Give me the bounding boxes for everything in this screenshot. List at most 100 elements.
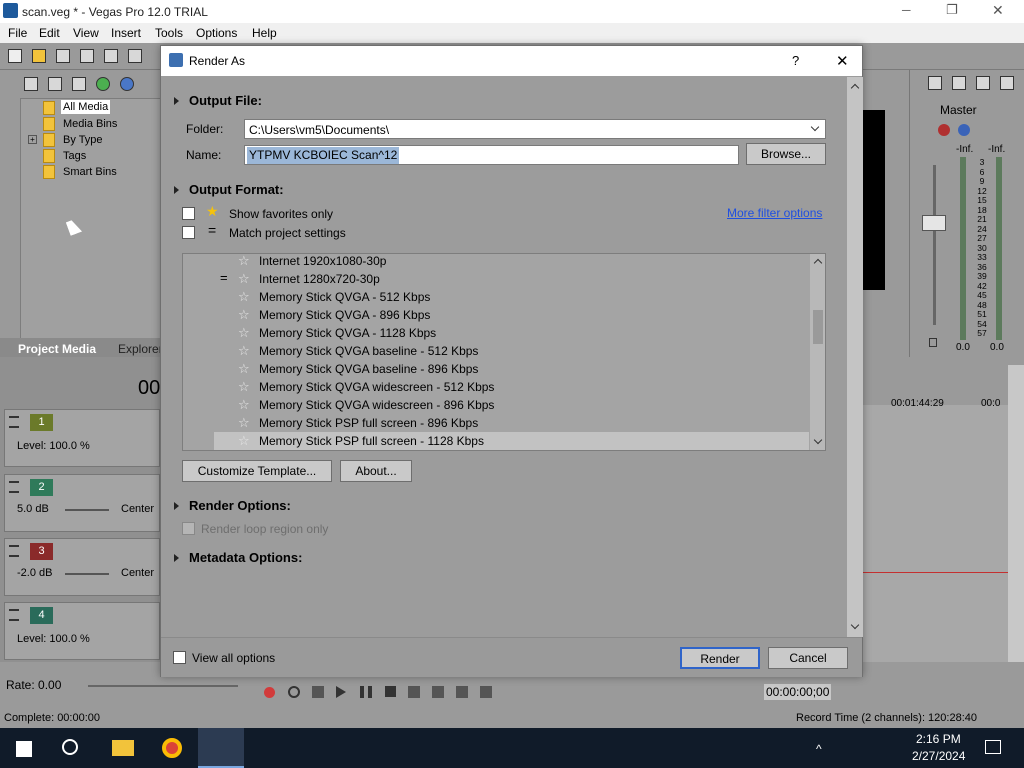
star-outline-icon[interactable]: ☆ <box>238 432 250 449</box>
next-icon[interactable] <box>432 686 444 698</box>
tree-item-media-bins[interactable]: Media Bins <box>63 118 117 130</box>
list-item-selected[interactable]: ☆ Memory Stick PSP full screen - 1128 Kbp… <box>214 432 809 450</box>
scroll-up-icon[interactable] <box>850 83 860 93</box>
tray-chevron-icon[interactable]: ^ <box>816 742 822 756</box>
clock-date[interactable]: 2/27/2024 <box>912 749 965 763</box>
match-project-checkbox[interactable] <box>182 226 195 239</box>
star-outline-icon[interactable]: ☆ <box>238 414 250 431</box>
menu-help[interactable]: Help <box>252 26 277 40</box>
media-tool-icon-3[interactable] <box>72 77 86 91</box>
list-item[interactable]: ☆ Internet 1920x1080-30p <box>183 254 809 270</box>
track-menu-icon[interactable] <box>9 609 19 621</box>
chrome-icon[interactable] <box>162 738 182 758</box>
mixer-tool-icon-1[interactable] <box>928 76 942 90</box>
track-4[interactable]: 4 Level: 100.0 % <box>4 602 160 660</box>
dialog-scrollbar[interactable] <box>847 77 863 637</box>
tree-item-by-type[interactable]: By Type <box>63 134 103 146</box>
dialog-close-button[interactable]: ✕ <box>836 52 849 70</box>
media-tool-icon-4[interactable] <box>96 77 110 91</box>
import-icon[interactable] <box>104 49 118 63</box>
star-outline-icon[interactable]: ☆ <box>238 306 250 323</box>
list-item[interactable]: = ☆ Internet 1280x720-30p <box>183 270 809 288</box>
loop-icon[interactable] <box>288 686 300 698</box>
cancel-button[interactable]: Cancel <box>768 647 848 669</box>
collapse-triangle-icon[interactable] <box>174 186 179 194</box>
dialog-help-button[interactable]: ? <box>792 53 799 68</box>
record-icon[interactable] <box>264 687 275 698</box>
track-3[interactable]: 3 -2.0 dB Center <box>4 538 160 596</box>
collapse-triangle-icon[interactable] <box>174 554 179 562</box>
maximize-button[interactable]: ❐ <box>946 2 958 18</box>
tree-item-all-media[interactable]: All Media <box>61 100 111 114</box>
expand-plus-icon[interactable]: + <box>28 135 37 144</box>
play-from-start-icon[interactable] <box>312 686 324 698</box>
list-item[interactable]: ☆ Memory Stick QVGA - 896 Kbps <box>183 306 809 324</box>
menu-insert[interactable]: Insert <box>111 26 141 40</box>
render-loop-region-checkbox[interactable] <box>182 522 195 535</box>
template-list[interactable]: ☆ Internet 1920x1080-30p = ☆ Internet 1280x… <box>182 253 826 451</box>
tree-item-smart-bins[interactable]: Smart Bins <box>63 166 117 178</box>
list-item[interactable]: ☆ Memory Stick QVGA baseline - 896 Kbps <box>183 360 809 378</box>
menu-view[interactable]: View <box>73 26 99 40</box>
scroll-down-icon[interactable] <box>850 620 860 630</box>
stop-icon[interactable] <box>385 686 396 697</box>
clock-time[interactable]: 2:16 PM <box>916 732 961 746</box>
list-item[interactable]: ☆ Memory Stick PSP full screen - 896 Kbps <box>183 414 809 432</box>
save-icon[interactable] <box>56 49 70 63</box>
file-explorer-icon[interactable] <box>112 740 134 756</box>
star-outline-icon[interactable]: ☆ <box>238 324 250 341</box>
next-frame-icon[interactable] <box>480 686 492 698</box>
fx-gear-icon[interactable] <box>938 124 950 136</box>
media-search-icon[interactable] <box>120 77 134 91</box>
open-folder-icon[interactable] <box>32 49 46 63</box>
scroll-down-icon[interactable] <box>813 435 823 445</box>
star-outline-icon[interactable]: ☆ <box>238 288 250 305</box>
star-outline-icon[interactable]: ☆ <box>238 378 250 395</box>
show-favorites-checkbox[interactable] <box>182 207 195 220</box>
menu-options[interactable]: Options <box>196 26 237 40</box>
more-filter-options-link[interactable]: More filter options <box>727 206 822 220</box>
media-tool-icon-1[interactable] <box>24 77 38 91</box>
mixer-tool-icon-3[interactable] <box>976 76 990 90</box>
master-fader-handle[interactable] <box>922 215 946 231</box>
star-outline-icon[interactable]: ☆ <box>238 396 250 413</box>
track-2[interactable]: 2 5.0 dB Center <box>4 474 160 532</box>
minimize-button[interactable]: ─ <box>902 3 911 17</box>
list-item[interactable]: ☆ Memory Stick QVGA baseline - 512 Kbps <box>183 342 809 360</box>
about-button[interactable]: About... <box>340 460 412 482</box>
render-button[interactable]: Render <box>680 647 760 669</box>
mute-icon[interactable] <box>958 124 970 136</box>
play-icon[interactable] <box>336 686 346 698</box>
prev-frame-icon[interactable] <box>456 686 468 698</box>
list-item[interactable]: ☆ Memory Stick QVGA widescreen - 896 Kbps <box>183 396 809 414</box>
customize-template-button[interactable]: Customize Template... <box>182 460 332 482</box>
vegas-taskbar-icon[interactable] <box>198 728 244 768</box>
star-outline-icon[interactable]: ☆ <box>238 360 250 377</box>
properties-icon[interactable] <box>80 49 94 63</box>
track-menu-icon[interactable] <box>9 416 19 428</box>
menu-edit[interactable]: Edit <box>39 26 60 40</box>
track-1[interactable]: 1 Level: 100.0 % <box>4 409 160 467</box>
collapse-triangle-icon[interactable] <box>174 502 179 510</box>
name-input[interactable]: YTPMV KCBOIEC Scan^12 <box>244 145 739 165</box>
capture-icon[interactable] <box>128 49 142 63</box>
pause-icon[interactable] <box>360 686 372 698</box>
mixer-tool-icon-4[interactable] <box>1000 76 1014 90</box>
tree-item-tags[interactable]: Tags <box>63 150 86 162</box>
tab-explorer[interactable]: Explorer <box>118 342 163 356</box>
list-item[interactable]: ☆ Memory Stick QVGA widescreen - 512 Kbps <box>183 378 809 396</box>
star-outline-icon[interactable]: ☆ <box>238 254 250 269</box>
scroll-thumb[interactable] <box>813 310 823 344</box>
volume-slider[interactable] <box>65 573 109 575</box>
search-icon[interactable] <box>62 739 78 755</box>
new-project-icon[interactable] <box>8 49 22 63</box>
menu-file[interactable]: File <box>8 26 27 40</box>
prev-icon[interactable] <box>408 686 420 698</box>
tab-project-media[interactable]: Project Media <box>18 342 96 356</box>
view-all-options-checkbox[interactable] <box>173 651 186 664</box>
lock-icon[interactable] <box>929 338 937 347</box>
star-outline-icon[interactable]: ☆ <box>238 342 250 359</box>
mixer-tool-icon-2[interactable] <box>952 76 966 90</box>
template-list-scrollbar[interactable] <box>810 254 825 450</box>
list-item[interactable]: ☆ Memory Stick QVGA - 512 Kbps <box>183 288 809 306</box>
